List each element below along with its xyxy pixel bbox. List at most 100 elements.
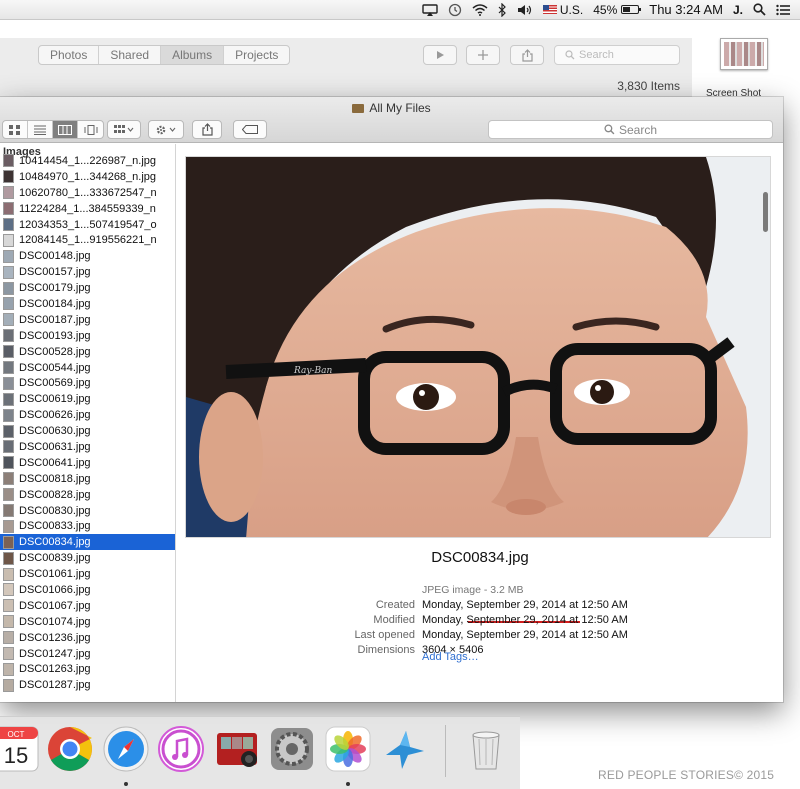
list-item[interactable]: DSC00184.jpg (0, 296, 175, 312)
time-machine-icon[interactable] (448, 0, 462, 20)
safari-icon[interactable] (102, 725, 150, 773)
file-name: DSC00641.jpg (19, 456, 91, 469)
list-item[interactable]: DSC00818.jpg (0, 471, 175, 487)
list-item[interactable]: DSC00834.jpg (0, 534, 175, 551)
file-name: DSC00631.jpg (19, 440, 91, 453)
file-name: DSC00619.jpg (19, 393, 91, 406)
file-name: 11224284_1...384559339_n (19, 202, 156, 215)
watermark: RED PEOPLE STORIES© 2015 (598, 768, 775, 782)
list-item[interactable]: DSC00839.jpg (0, 550, 175, 566)
calendar-icon[interactable]: OCT 15 (0, 725, 40, 773)
list-item[interactable]: 10620780_1...333672547_n (0, 185, 175, 201)
calendar-month: OCT (8, 730, 25, 739)
list-item[interactable]: DSC00179.jpg (0, 280, 175, 296)
metadata-row: Dimensions 3604 × 5406 (177, 644, 647, 659)
dock-separator (445, 725, 446, 777)
share-button[interactable] (192, 120, 222, 139)
file-name: DSC00544.jpg (19, 361, 91, 374)
list-item[interactable]: DSC00641.jpg (0, 455, 175, 471)
wifi-icon[interactable] (472, 0, 488, 20)
tab-shared[interactable]: Shared (99, 46, 162, 64)
list-item[interactable]: DSC00148.jpg (0, 248, 175, 264)
list-item[interactable]: 10484970_1...344268_n.jpg (0, 169, 175, 185)
list-item[interactable]: DSC01067.jpg (0, 598, 175, 614)
list-item[interactable]: DSC00193.jpg (0, 328, 175, 344)
photo-preview[interactable]: Ray-Ban (185, 156, 771, 538)
icon-view-button[interactable] (3, 121, 28, 138)
list-item[interactable]: DSC00528.jpg (0, 344, 175, 360)
metadata-value: Monday, September 29, 2014 at 12:50 AM (422, 599, 628, 611)
system-preferences-icon[interactable] (268, 725, 316, 773)
add-tags-link[interactable]: Add Tags… (422, 651, 479, 663)
list-item[interactable]: DSC01074.jpg (0, 614, 175, 630)
trash-icon[interactable] (462, 725, 510, 773)
user-menu[interactable]: J. (733, 0, 743, 20)
tab-projects[interactable]: Projects (224, 46, 289, 64)
edit-tags-button[interactable] (233, 120, 267, 139)
airplay-icon[interactable] (422, 0, 438, 20)
column-view-button[interactable] (53, 121, 78, 138)
spotlight-icon[interactable] (753, 0, 766, 20)
file-thumbnail-icon (3, 424, 14, 438)
finder-window: All My Files Search Images 10414454_1...… (0, 97, 783, 702)
add-button[interactable] (466, 45, 500, 65)
photos-icon[interactable] (324, 725, 372, 773)
file-name: 10620780_1...333672547_n (19, 186, 157, 199)
running-indicator (346, 782, 350, 786)
list-item[interactable]: 12084145_1...919556221_n (0, 232, 175, 248)
screenshot-thumbnail (724, 42, 764, 66)
notification-center-icon[interactable] (776, 0, 790, 20)
list-item[interactable]: DSC01247.jpg (0, 646, 175, 662)
list-item[interactable]: 11224284_1...384559339_n (0, 201, 175, 217)
list-item[interactable]: 10414454_1...226987_n.jpg (0, 153, 175, 169)
preview-scrollbar[interactable] (763, 192, 768, 232)
list-item[interactable]: DSC01287.jpg (0, 677, 175, 693)
list-item[interactable]: DSC00569.jpg (0, 375, 175, 391)
migration-icon[interactable] (380, 725, 428, 773)
photos-search-input[interactable]: Search (554, 45, 680, 65)
list-item[interactable]: DSC01061.jpg (0, 566, 175, 582)
list-item[interactable]: DSC00187.jpg (0, 312, 175, 328)
list-item[interactable]: DSC00630.jpg (0, 423, 175, 439)
list-item[interactable]: DSC00833.jpg (0, 518, 175, 534)
file-name: DSC00157.jpg (19, 266, 91, 279)
list-item[interactable]: DSC00631.jpg (0, 439, 175, 455)
list-item[interactable]: DSC00619.jpg (0, 391, 175, 407)
preview-pane: Ray-Ban DSC00834.jpg JPEG image - 3.2 MB… (177, 144, 783, 702)
play-slideshow-button[interactable] (423, 45, 457, 65)
share-button[interactable] (510, 45, 544, 65)
desktop-screenshot-file[interactable] (720, 38, 768, 70)
clock[interactable]: Thu 3:24 AM (649, 0, 723, 20)
list-view-button[interactable] (28, 121, 53, 138)
file-name: DSC01236.jpg (19, 631, 91, 644)
list-item[interactable]: 12034353_1...507419547_o (0, 217, 175, 233)
list-item[interactable]: DSC00626.jpg (0, 407, 175, 423)
list-item[interactable]: DSC00830.jpg (0, 503, 175, 519)
list-item[interactable]: DSC01263.jpg (0, 662, 175, 678)
battery-menu[interactable]: 45% (593, 0, 642, 20)
list-item[interactable]: DSC01066.jpg (0, 582, 175, 598)
list-item[interactable]: DSC00544.jpg (0, 360, 175, 376)
itunes-icon[interactable] (157, 725, 205, 773)
file-thumbnail-icon (3, 265, 14, 279)
file-thumbnail-icon (3, 202, 14, 216)
photo-booth-icon[interactable] (213, 725, 261, 773)
volume-icon[interactable] (517, 0, 533, 20)
list-item[interactable]: DSC01236.jpg (0, 630, 175, 646)
play-icon (437, 51, 444, 59)
file-thumbnail-icon (3, 361, 14, 375)
tab-photos[interactable]: Photos (39, 46, 100, 64)
dock: OCT 15 (0, 716, 520, 789)
arrange-button[interactable] (107, 120, 141, 139)
metadata-value: Monday, September 29, 2014 at 12:50 AM (422, 614, 628, 626)
list-item[interactable]: DSC00828.jpg (0, 487, 175, 503)
tab-albums[interactable]: Albums (161, 46, 225, 64)
cover-flow-button[interactable] (78, 121, 103, 138)
file-thumbnail-icon (3, 218, 14, 231)
chrome-icon[interactable] (46, 725, 94, 773)
action-button[interactable] (148, 120, 184, 139)
finder-search-input[interactable]: Search (488, 120, 773, 139)
bluetooth-icon[interactable] (498, 0, 507, 20)
list-item[interactable]: DSC00157.jpg (0, 264, 175, 280)
input-source-menu[interactable]: U.S. (542, 0, 583, 20)
